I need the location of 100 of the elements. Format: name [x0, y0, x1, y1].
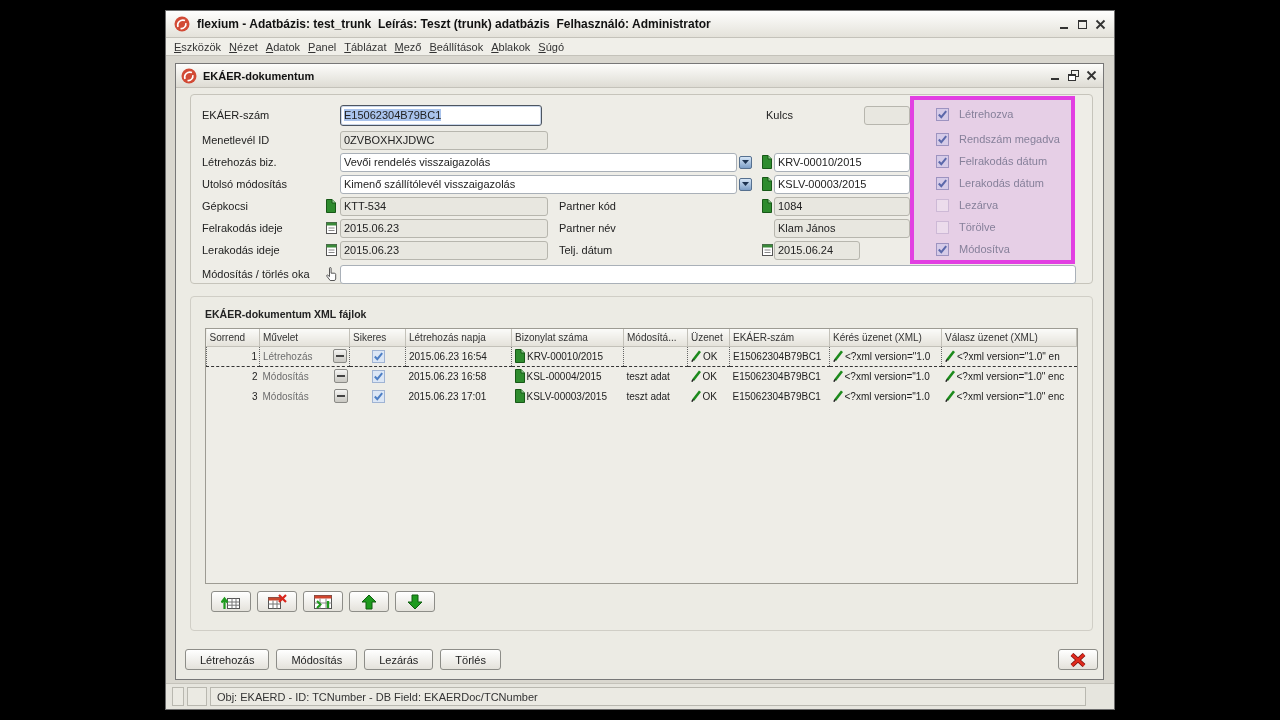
checkbox[interactable] — [936, 198, 949, 212]
close-icon[interactable] — [1095, 18, 1106, 30]
input-field[interactable]: 2015.06.23 — [340, 240, 548, 260]
column-header[interactable]: Módosítá... — [623, 329, 688, 346]
menu-item[interactable]: Beállítások — [429, 40, 484, 53]
menu-item[interactable]: Nézet — [229, 40, 258, 53]
action-button[interactable]: Létrehozás — [185, 649, 270, 670]
menu-item[interactable]: Eszközök — [174, 40, 222, 53]
checkbox-label: Lerakodás dátum — [959, 177, 1044, 189]
document-icon — [514, 369, 525, 384]
input-field[interactable]: Kimenő szállítólevél visszaigazolás — [340, 174, 737, 194]
ekaer-number: E15062304B79BC1 — [733, 350, 822, 362]
down-arrow-icon — [407, 593, 423, 610]
checkbox-label: Törölve — [959, 221, 996, 233]
action-button[interactable]: Törlés — [440, 649, 501, 670]
operation-name: Módosítás — [262, 390, 309, 402]
calendar-icon — [326, 244, 337, 256]
document-number: KSLV-00003/2015 — [526, 390, 607, 402]
calendar-icon — [762, 244, 773, 256]
close-icon — [1070, 652, 1086, 667]
input-field[interactable]: Klam János — [774, 218, 910, 238]
date-time: 2015.06.23 16:54 — [409, 350, 487, 362]
checkbox[interactable] — [936, 220, 949, 234]
close-icon[interactable] — [1086, 70, 1097, 81]
input-field[interactable]: KSLV-00003/2015 — [774, 174, 910, 194]
checkbox[interactable] — [936, 132, 949, 146]
pencil-icon — [832, 390, 843, 402]
field-label: Telj. dátum — [558, 244, 614, 256]
action-button[interactable]: Lezárás — [364, 649, 434, 670]
row-number: 2 — [251, 370, 258, 382]
checkbox[interactable] — [936, 107, 949, 121]
menu-item[interactable]: Panel — [308, 40, 337, 53]
close-button[interactable] — [1058, 649, 1098, 670]
column-header[interactable]: Kérés üzenet (XML) — [829, 329, 942, 346]
checkbox[interactable] — [936, 242, 949, 256]
table-row[interactable]: 1 Létrehozás 2015.06.23 16:54 KRV-00010/2015 OK E15062304B79BC1 <?xml version="1.0 <?xml version="1.0" en — [206, 346, 1077, 366]
checkbox[interactable] — [936, 176, 949, 190]
column-header[interactable]: Válasz üzenet (XML) — [941, 329, 1077, 346]
checkbox[interactable] — [936, 154, 949, 168]
xml-text: <?xml version="1.0" en — [957, 350, 1060, 362]
message-text: OK — [703, 350, 718, 362]
column-header[interactable]: Sikeres — [349, 329, 406, 346]
checkbox-label: Létrehozva — [959, 108, 1014, 120]
input-field[interactable]: 2015.06.24 — [774, 240, 860, 260]
pencil-icon — [690, 390, 701, 402]
up-arrow-icon — [361, 593, 377, 610]
dropdown-button[interactable] — [739, 177, 752, 191]
toolbar-button[interactable] — [211, 591, 251, 612]
toolbar-button[interactable] — [349, 591, 389, 612]
dash-icon — [336, 353, 344, 359]
checkbox[interactable] — [371, 369, 385, 383]
column-header[interactable]: Művelet — [259, 329, 350, 346]
input-field[interactable] — [864, 105, 910, 125]
modification-note: teszt adat — [626, 390, 670, 402]
input-field[interactable]: 2015.06.23 — [340, 218, 548, 238]
input-field[interactable] — [340, 264, 1076, 284]
input-field[interactable]: E15062304B79BC1 — [340, 104, 542, 126]
toolbar-button[interactable] — [257, 591, 297, 612]
field-label: Menetlevél ID — [202, 134, 271, 146]
input-field[interactable]: 0ZVBOXHXJDWC — [340, 130, 548, 150]
input-field[interactable]: 1084 — [774, 196, 910, 216]
caret-icon — [742, 160, 749, 164]
table-row[interactable]: 3 Módosítás 2015.06.23 17:01 KSLV-00003/2015 teszt adat OK E15062304B79BC1 <?xml version="1.0 <?xml version="1.0" enc — [206, 386, 1077, 406]
input-field[interactable]: KTT-534 — [340, 196, 548, 216]
dropdown-button[interactable] — [739, 155, 752, 169]
ekaer-number: E15062304B79BC1 — [732, 390, 821, 402]
input-field[interactable]: KRV-00010/2015 — [774, 152, 910, 172]
checkbox-label: Módosítva — [959, 243, 1010, 255]
message-text: OK — [702, 390, 717, 402]
checkbox[interactable] — [371, 389, 385, 403]
menu-item[interactable]: Adatok — [265, 40, 301, 53]
column-header[interactable]: Sorrend — [206, 329, 260, 346]
xml-text: <?xml version="1.0 — [844, 390, 930, 402]
column-header[interactable]: Bizonylat száma — [511, 329, 624, 346]
column-header[interactable]: Létrehozás napja — [405, 329, 512, 346]
checkbox-label: Felrakodás dátum — [959, 155, 1048, 167]
column-header[interactable]: Üzenet — [687, 329, 730, 346]
toolbar-button[interactable] — [395, 591, 435, 612]
restore-icon[interactable] — [1068, 70, 1079, 81]
menu-item[interactable]: Súgó — [538, 40, 565, 53]
maximize-icon[interactable] — [1077, 18, 1088, 30]
calendar-icon — [326, 222, 337, 234]
menu-item[interactable]: Táblázat — [344, 40, 387, 53]
field-label: Partner név — [558, 222, 617, 234]
action-button[interactable]: Módosítás — [276, 649, 358, 670]
menu-item[interactable]: Ablakok — [491, 40, 531, 53]
toolbar-button[interactable] — [303, 591, 343, 612]
menu-item[interactable]: Mező — [394, 40, 422, 53]
checkbox[interactable] — [371, 349, 385, 363]
input-field[interactable]: Vevői rendelés visszaigazolás — [340, 152, 737, 172]
app-logo-icon — [174, 16, 190, 32]
column-header[interactable]: EKÁER-szám — [729, 329, 830, 346]
status-panel — [187, 687, 207, 706]
row-menu-button[interactable] — [333, 389, 348, 403]
document-icon — [762, 155, 772, 169]
row-menu-button[interactable] — [333, 349, 347, 363]
table-row[interactable]: 2 Módosítás 2015.06.23 16:58 KSL-00004/2015 teszt adat OK E15062304B79BC1 <?xml version="1.0 <?xml version="1.0" enc — [206, 366, 1077, 386]
pencil-icon — [690, 370, 701, 383]
xml-text: <?xml version="1.0" enc — [956, 390, 1065, 402]
row-menu-button[interactable] — [333, 369, 348, 384]
